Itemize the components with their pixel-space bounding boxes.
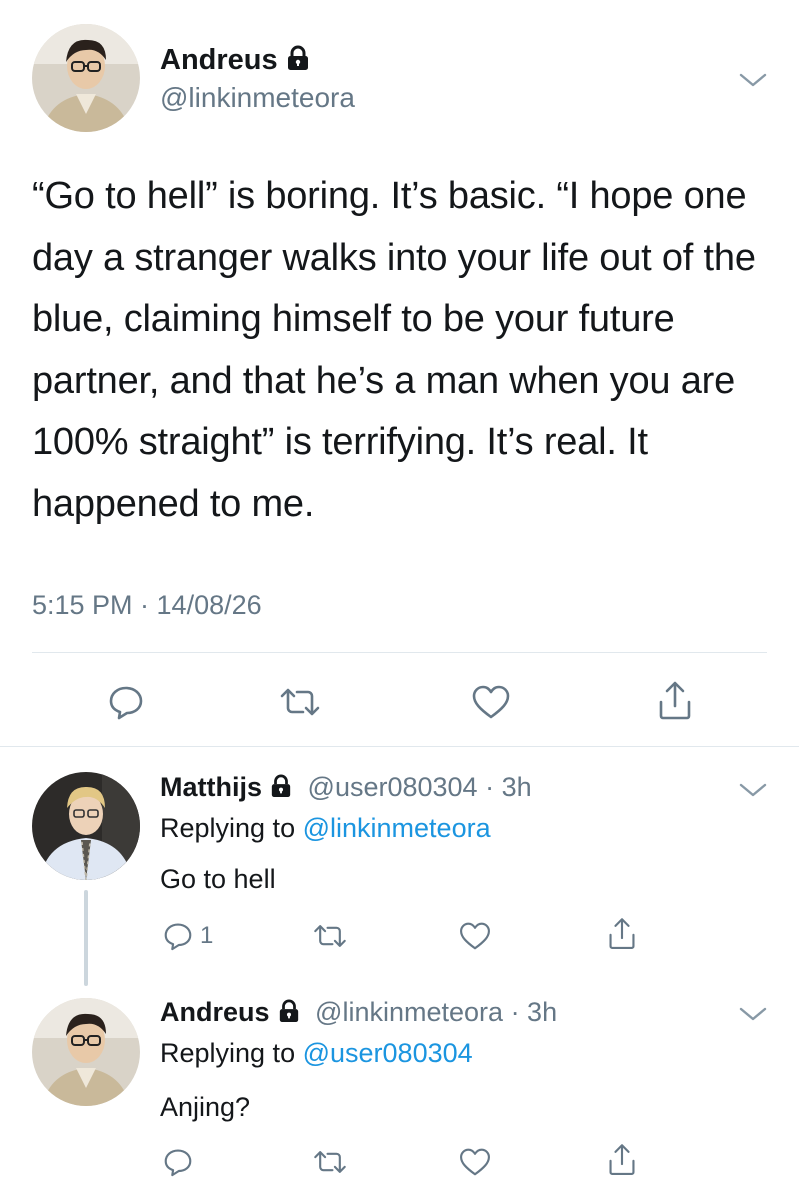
reply-text: Go to hell [160, 864, 276, 894]
like-icon [472, 685, 510, 719]
author-name[interactable]: Andreus [160, 44, 278, 76]
replying-to-handle[interactable]: @user080304 [303, 1038, 473, 1068]
lock-icon [270, 774, 292, 805]
retweet-icon [314, 925, 346, 947]
reply-count: 1 [200, 922, 214, 949]
reply-time[interactable]: · 3h [485, 772, 532, 802]
lock-icon [278, 999, 300, 1030]
replying-to-handle[interactable]: @linkinmeteora [303, 813, 491, 843]
like-button[interactable] [468, 680, 514, 724]
replying-to: Replying to @user080304 [160, 1038, 473, 1069]
retweet-button[interactable] [310, 918, 350, 954]
chevron-down-icon[interactable] [738, 780, 768, 800]
reply-text: Anjing? [160, 1092, 251, 1122]
share-icon [609, 918, 635, 949]
retweet-icon [280, 688, 320, 716]
reply-author-name[interactable]: Matthijs [160, 772, 262, 802]
share-icon [609, 1144, 635, 1175]
reply-button[interactable]: 1 [160, 916, 240, 956]
reply-time[interactable]: · 3h [511, 997, 558, 1027]
reply-avatar[interactable] [32, 772, 140, 880]
retweet-button[interactable] [276, 680, 324, 724]
reply-icon [109, 686, 143, 720]
reply-icon [164, 1149, 192, 1177]
replying-to: Replying to @linkinmeteora [160, 813, 491, 844]
thread-line [84, 890, 88, 986]
like-icon [460, 922, 490, 950]
reply-author-handle[interactable]: @linkinmeteora [315, 997, 503, 1027]
reply-button[interactable] [104, 680, 148, 724]
reply-avatar[interactable] [32, 998, 140, 1106]
divider [0, 746, 799, 747]
reply-button[interactable] [160, 1142, 200, 1182]
like-button[interactable] [456, 918, 494, 954]
author-name-row: Andreus [160, 44, 310, 77]
chevron-down-icon[interactable] [738, 1004, 768, 1024]
tweet-text: “Go to hell” is boring. It’s basic. “I h… [32, 175, 756, 525]
lock-icon [286, 45, 310, 76]
share-button[interactable] [604, 914, 640, 954]
author-avatar[interactable] [32, 24, 140, 132]
retweet-icon [314, 1151, 346, 1173]
share-button[interactable] [653, 678, 697, 724]
reply-header: Matthijs @user080304 · 3h [160, 772, 532, 805]
share-button[interactable] [604, 1140, 640, 1180]
retweet-button[interactable] [310, 1144, 350, 1180]
reply-header: Andreus @linkinmeteora · 3h [160, 997, 557, 1030]
divider [32, 652, 767, 653]
reply-icon [164, 923, 192, 951]
chevron-down-icon[interactable] [738, 70, 768, 90]
reply-author-handle[interactable]: @user080304 [308, 772, 478, 802]
author-handle[interactable]: @linkinmeteora [160, 82, 355, 114]
tweet-timestamp[interactable]: 5:15 PM · 14/08/26 [32, 590, 262, 621]
replying-to-prefix: Replying to [160, 1038, 296, 1068]
share-icon [659, 681, 691, 720]
like-icon [460, 1148, 490, 1176]
reply-author-name[interactable]: Andreus [160, 997, 270, 1027]
replying-to-prefix: Replying to [160, 813, 296, 843]
like-button[interactable] [456, 1144, 494, 1180]
